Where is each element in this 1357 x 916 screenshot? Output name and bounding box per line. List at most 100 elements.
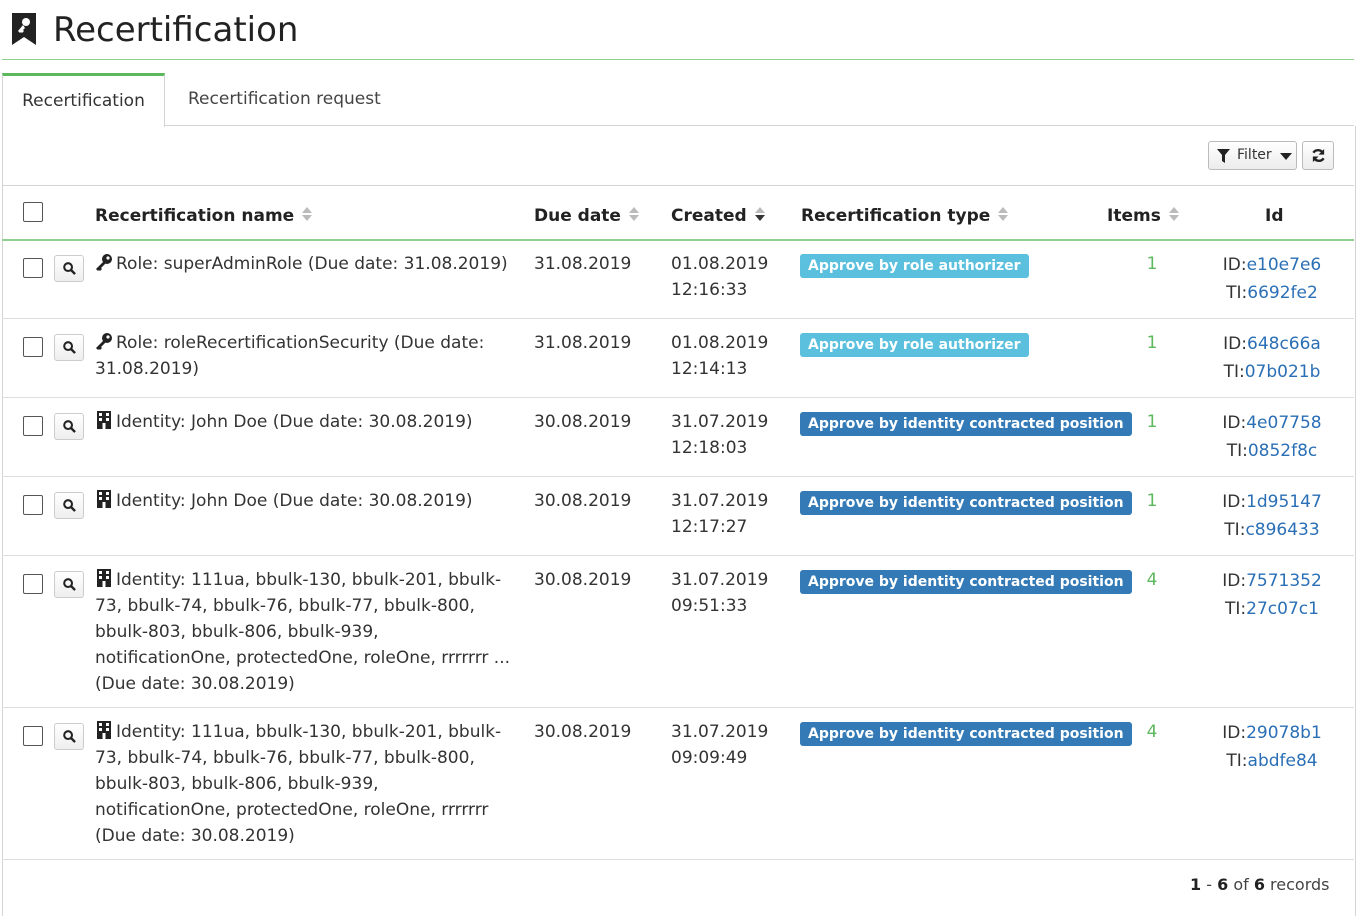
search-icon <box>63 420 76 433</box>
created-time: 12:14:13 <box>671 359 748 379</box>
created-time: 12:16:33 <box>671 280 748 300</box>
created-day: 31.07.2019 <box>671 570 769 590</box>
column-header-type[interactable]: Recertification type <box>801 204 1009 228</box>
select-all-checkbox[interactable] <box>23 202 43 222</box>
refresh-icon <box>1312 148 1325 163</box>
row-divider <box>2 707 1354 708</box>
recertification-type-badge: Approve by identity contracted position <box>800 722 1132 746</box>
id-cell: ID:e10e7e6 TI:6692fe2 <box>1202 251 1342 307</box>
sort-desc-icon <box>754 206 765 222</box>
ti-link[interactable]: 0852f8c <box>1248 441 1317 461</box>
id-link[interactable]: 29078b1 <box>1246 723 1322 743</box>
building-icon <box>97 721 111 739</box>
row-detail-button[interactable] <box>54 334 84 361</box>
due-date: 31.08.2019 <box>534 254 632 274</box>
table-row: Identity: John Doe (Due date: 30.08.2019… <box>2 478 1354 556</box>
created-date: 01.08.2019 12:16:33 <box>671 251 781 303</box>
id-label: ID: <box>1222 492 1247 512</box>
chevron-down-icon <box>1280 153 1292 160</box>
filter-icon <box>1217 149 1230 163</box>
column-header-name[interactable]: Recertification name <box>95 204 313 228</box>
id-link[interactable]: 648c66a <box>1247 334 1321 354</box>
id-cell: ID:4e07758 TI:0852f8c <box>1202 409 1342 465</box>
tab-recertification[interactable]: Recertification <box>2 73 165 127</box>
row-checkbox[interactable] <box>23 495 43 515</box>
row-divider <box>2 859 1354 860</box>
created-day: 31.07.2019 <box>671 722 769 742</box>
filter-label: Filter <box>1237 147 1272 163</box>
row-checkbox[interactable] <box>23 574 43 594</box>
recertification-name: Identity: John Doe (Due date: 30.08.2019… <box>95 488 515 514</box>
ti-label: TI: <box>1226 283 1248 303</box>
id-link[interactable]: 7571352 <box>1246 571 1322 591</box>
recertification-name-text: Identity: John Doe (Due date: 30.08.2019… <box>116 412 473 432</box>
due-date: 30.08.2019 <box>534 491 632 511</box>
recertification-name-text: Identity: 111ua, bbulk-130, bbulk-201, b… <box>95 570 511 694</box>
ti-label: TI: <box>1224 520 1246 540</box>
building-icon <box>97 569 111 587</box>
due-date: 30.08.2019 <box>534 722 632 742</box>
due-date: 30.08.2019 <box>534 570 632 590</box>
recertification-type-badge: Approve by identity contracted position <box>800 491 1132 515</box>
items-count: 4 <box>1146 722 1158 742</box>
created-time: 09:09:49 <box>671 748 748 768</box>
items-count: 4 <box>1146 570 1158 590</box>
sort-icon <box>628 206 639 222</box>
created-date: 01.08.2019 12:14:13 <box>671 330 781 382</box>
bookmark-key-icon <box>12 13 36 45</box>
page-title: Recertification <box>53 10 299 50</box>
row-detail-button[interactable] <box>54 723 84 750</box>
table-row: Role: roleRecertificationSecurity (Due d… <box>2 320 1354 398</box>
ti-label: TI: <box>1226 441 1248 461</box>
sort-icon <box>1168 206 1179 222</box>
created-date: 31.07.2019 12:17:27 <box>671 488 781 540</box>
header-divider <box>2 59 1354 60</box>
ti-link[interactable]: c896433 <box>1245 520 1319 540</box>
row-detail-button[interactable] <box>54 255 84 282</box>
tab-recertification-request[interactable]: Recertification request <box>188 73 381 126</box>
building-icon <box>97 490 111 508</box>
column-header-due-date[interactable]: Due date <box>534 204 639 228</box>
id-link[interactable]: 1d95147 <box>1246 492 1322 512</box>
table-row: Identity: John Doe (Due date: 30.08.2019… <box>2 399 1354 477</box>
table-row: Role: superAdminRole (Due date: 31.08.20… <box>2 241 1354 319</box>
row-checkbox[interactable] <box>23 337 43 357</box>
created-time: 12:17:27 <box>671 517 748 537</box>
recertification-name: Role: superAdminRole (Due date: 31.08.20… <box>95 251 515 277</box>
table-row: Identity: 111ua, bbulk-130, bbulk-201, b… <box>2 557 1354 708</box>
recertification-type-badge: Approve by role authorizer <box>800 254 1029 278</box>
ti-link[interactable]: 6692fe2 <box>1247 283 1318 303</box>
ti-label: TI: <box>1226 751 1248 771</box>
recertification-type-badge: Approve by role authorizer <box>800 333 1029 357</box>
filter-button[interactable]: Filter <box>1208 141 1297 170</box>
id-link[interactable]: 4e07758 <box>1246 413 1321 433</box>
refresh-button[interactable] <box>1302 141 1334 170</box>
column-header-items[interactable]: Items <box>1107 204 1179 228</box>
sort-icon <box>998 206 1009 222</box>
row-detail-button[interactable] <box>54 571 84 598</box>
column-header-created[interactable]: Created <box>671 204 765 228</box>
row-checkbox[interactable] <box>23 416 43 436</box>
search-icon <box>63 578 76 591</box>
id-link[interactable]: e10e7e6 <box>1247 255 1322 275</box>
building-icon <box>97 411 111 429</box>
row-checkbox[interactable] <box>23 726 43 746</box>
id-label: ID: <box>1223 334 1247 354</box>
search-icon <box>63 262 76 275</box>
recertification-name-text: Identity: John Doe (Due date: 30.08.2019… <box>116 491 473 511</box>
row-divider <box>2 555 1354 556</box>
key-icon <box>96 333 112 350</box>
id-label: ID: <box>1222 723 1247 743</box>
row-checkbox[interactable] <box>23 258 43 278</box>
ti-link[interactable]: 27c07c1 <box>1246 599 1319 619</box>
recertification-name: Role: roleRecertificationSecurity (Due d… <box>95 330 515 382</box>
search-icon <box>63 730 76 743</box>
page-header: Recertification <box>0 0 1357 60</box>
ti-link[interactable]: abdfe84 <box>1248 751 1318 771</box>
ti-link[interactable]: 07b021b <box>1245 362 1321 382</box>
search-icon <box>63 499 76 512</box>
row-detail-button[interactable] <box>54 492 84 519</box>
row-divider <box>2 397 1354 398</box>
row-detail-button[interactable] <box>54 413 84 440</box>
recertification-name: Identity: 111ua, bbulk-130, bbulk-201, b… <box>95 567 515 697</box>
